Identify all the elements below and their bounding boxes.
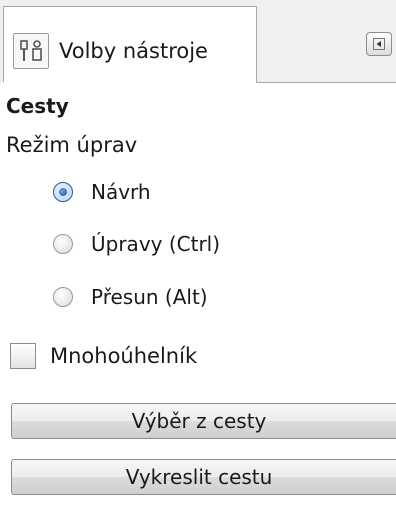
tab-label: Volby nástroje xyxy=(59,39,208,63)
radio-edit[interactable]: Úpravy (Ctrl) xyxy=(53,228,220,260)
radio-button[interactable] xyxy=(53,234,73,254)
stroke-path-button[interactable]: Vykreslit cestu xyxy=(11,459,396,495)
radio-button[interactable] xyxy=(53,287,73,307)
tool-options-icon xyxy=(13,33,49,69)
section-title: Cesty xyxy=(6,94,69,118)
polygon-checkbox-row[interactable]: Mnohoúhelník xyxy=(10,340,197,372)
radio-label: Návrh xyxy=(91,180,151,204)
radio-button-checked[interactable] xyxy=(53,182,73,202)
tab-menu-button[interactable] xyxy=(366,32,392,56)
selection-from-path-button[interactable]: Výběr z cesty xyxy=(11,403,396,439)
radio-label: Úpravy (Ctrl) xyxy=(91,232,221,256)
dock-tab-bar: Volby nástroje xyxy=(0,0,396,83)
polygon-label: Mnohoúhelník xyxy=(50,344,198,368)
tab-tool-options[interactable]: Volby nástroje xyxy=(3,6,257,82)
radio-design[interactable]: Návrh xyxy=(53,176,151,208)
tab-menu-arrow-icon xyxy=(373,38,385,50)
edit-mode-label: Režim úprav xyxy=(6,133,138,157)
radio-move[interactable]: Přesun (Alt) xyxy=(53,281,208,313)
polygon-checkbox[interactable] xyxy=(10,343,36,369)
tab-separator xyxy=(256,82,396,83)
radio-label: Přesun (Alt) xyxy=(91,285,208,309)
